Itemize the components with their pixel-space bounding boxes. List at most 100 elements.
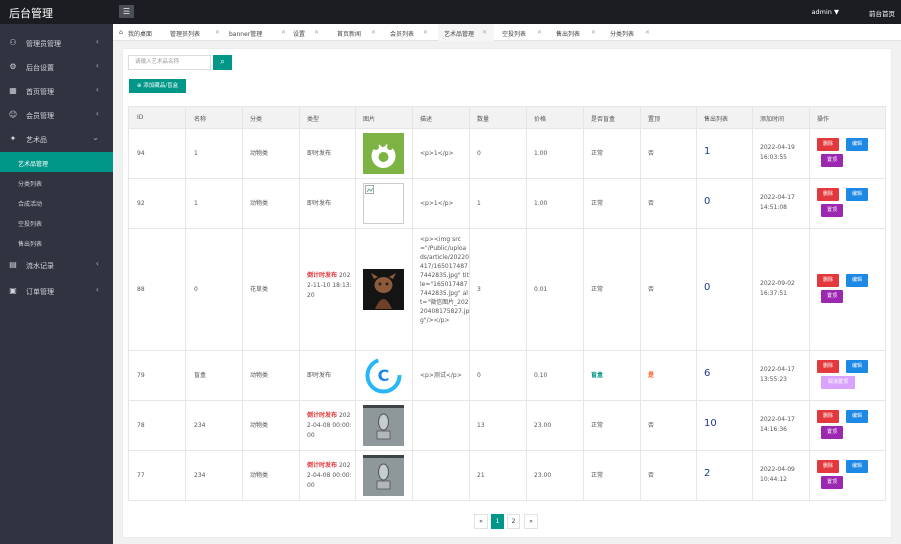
close-icon[interactable]: ✕ — [281, 29, 286, 36]
pin-top-button[interactable]: 置顶 — [821, 290, 843, 303]
frontend-home-link[interactable]: 前台首页 — [869, 8, 895, 18]
edit-button[interactable]: 编辑 — [846, 274, 868, 287]
cell-sold-link[interactable]: 0 — [704, 283, 710, 293]
add-artwork-button[interactable]: ⊕ 添加藏品/盲盒 — [129, 79, 186, 93]
cell-category: 动物类 — [250, 372, 269, 379]
sidebar-item-settings[interactable]: ⚙ 后台设置 ‹ — [0, 56, 113, 78]
close-icon[interactable]: ✕ — [537, 29, 542, 36]
close-icon[interactable]: ✕ — [215, 29, 220, 36]
cell-sold-link[interactable]: 1 — [704, 147, 710, 157]
artwork-thumbnail[interactable] — [363, 269, 404, 310]
tab-artwork-manage[interactable]: 艺术品管理 ✕ — [438, 24, 494, 41]
pin-top-button[interactable]: 置顶 — [821, 154, 843, 167]
col-header[interactable]: 置顶 — [648, 114, 660, 123]
artwork-thumbnail[interactable] — [363, 133, 404, 174]
sidebar-sub-synthesis[interactable]: 合成活动 — [0, 192, 113, 212]
cell-price: 23.00 — [534, 472, 552, 479]
delete-button[interactable]: 删除 — [817, 460, 839, 473]
artwork-thumbnail[interactable] — [363, 455, 404, 496]
edit-button[interactable]: 编辑 — [846, 188, 868, 201]
col-header[interactable]: 数量 — [477, 114, 489, 123]
cell-category: 动物类 — [250, 422, 269, 429]
tab-sold[interactable]: 售出列表 ✕ — [556, 24, 606, 41]
delete-button[interactable]: 删除 — [817, 360, 839, 373]
tab-label: 分类列表 — [610, 31, 635, 38]
close-icon[interactable]: ✕ — [591, 29, 596, 36]
artwork-thumbnail[interactable] — [363, 405, 404, 446]
tab-members[interactable]: 会员列表 ✕ — [390, 24, 440, 41]
artwork-thumbnail[interactable]: C — [363, 355, 404, 396]
tab-categories[interactable]: 分类列表 ✕ — [610, 24, 660, 41]
col-header[interactable]: 售出列表 — [704, 114, 728, 123]
col-header[interactable]: 添加时间 — [760, 114, 784, 123]
sidebar-item-members[interactable]: ☺ 会员管理 ‹ — [0, 104, 113, 126]
col-header[interactable]: 描述 — [420, 114, 432, 123]
sidebar-item-home[interactable]: ▦ 首页管理 ‹ — [0, 80, 113, 102]
pagination-page-2[interactable]: 2 — [507, 514, 520, 529]
sidebar-sub-artwork-manage[interactable]: 艺术品管理 — [0, 152, 113, 172]
sidebar-sub-sold[interactable]: 售出列表 — [0, 232, 113, 252]
unpin-top-button[interactable]: 取消置顶 — [821, 376, 855, 389]
col-header[interactable]: ID — [137, 114, 143, 121]
edit-button[interactable]: 编辑 — [846, 460, 868, 473]
tab-desktop[interactable]: ⌂ 我的桌面 — [119, 24, 169, 41]
sidebar-item-admin[interactable]: ⚇ 管理员管理 ‹ — [0, 32, 113, 54]
col-header[interactable]: 图片 — [363, 114, 375, 123]
sidebar-sub-categories[interactable]: 分类列表 — [0, 172, 113, 192]
close-icon[interactable]: ✕ — [423, 29, 428, 36]
tab-label: 我的桌面 — [128, 31, 153, 38]
pagination-page-1[interactable]: 1 — [491, 514, 504, 529]
col-header[interactable]: 分类 — [250, 114, 262, 123]
sidebar-item-flow[interactable]: ▤ 流水记录 ‹ — [0, 254, 113, 276]
app-logo[interactable]: 后台管理 — [9, 5, 53, 21]
col-header[interactable]: 价格 — [534, 114, 546, 123]
col-header[interactable]: 是否盲盒 — [591, 114, 615, 123]
search-input[interactable]: 请输入艺术品名称 — [128, 55, 211, 70]
delete-button[interactable]: 删除 — [817, 410, 839, 423]
edit-button[interactable]: 编辑 — [846, 360, 868, 373]
type-value: 即时发布 — [307, 150, 332, 157]
timer-label: 倒计时发布 — [307, 272, 338, 279]
tab-airdrop[interactable]: 空投列表 ✕ — [502, 24, 552, 41]
col-header[interactable]: 操作 — [817, 114, 829, 123]
col-header[interactable]: 名称 — [194, 114, 206, 123]
sidebar-item-artwork[interactable]: ✦ 艺术品 ⌄ — [0, 128, 113, 150]
edit-button[interactable]: 编辑 — [846, 410, 868, 423]
cell-sold-link[interactable]: 10 — [704, 419, 717, 429]
col-header[interactable]: 类型 — [307, 114, 319, 123]
tab-settings[interactable]: 设置 ✕ — [293, 24, 333, 41]
pin-top-button[interactable]: 置顶 — [821, 204, 843, 217]
delete-button[interactable]: 删除 — [817, 138, 839, 151]
user-menu[interactable]: admin ▼ — [812, 8, 839, 16]
cell-sold-link[interactable]: 6 — [704, 369, 710, 379]
close-icon[interactable]: ✕ — [482, 29, 487, 36]
pagination-prev[interactable]: « — [474, 514, 488, 529]
delete-button[interactable]: 删除 — [817, 188, 839, 201]
chevron-left-icon: ‹ — [95, 61, 99, 70]
sidebar-item-label: 订单管理 — [26, 288, 54, 296]
delete-button[interactable]: 删除 — [817, 274, 839, 287]
artwork-thumbnail[interactable] — [363, 183, 404, 224]
edit-button[interactable]: 编辑 — [846, 138, 868, 151]
cell-price: 0.10 — [534, 372, 548, 379]
sidebar-item-orders[interactable]: ▣ 订单管理 ‹ — [0, 280, 113, 302]
user-icon: ☺ — [8, 110, 18, 119]
sidebar-sub-airdrop[interactable]: 空投列表 — [0, 212, 113, 232]
cell-id: 79 — [137, 372, 145, 379]
order-icon: ▣ — [9, 286, 17, 295]
menu-toggle-icon[interactable]: ☰ — [119, 5, 134, 18]
close-icon[interactable]: ✕ — [371, 29, 376, 36]
search-button[interactable]: ⌕ — [213, 55, 232, 70]
gear-icon: ⚙ — [9, 62, 17, 71]
close-icon[interactable]: ✕ — [314, 29, 319, 36]
tab-banner[interactable]: banner管理 ✕ — [229, 24, 289, 41]
tab-news[interactable]: 首页新闻 ✕ — [337, 24, 387, 41]
cell-sold-link[interactable]: 2 — [704, 469, 710, 479]
tab-admin-list[interactable]: 管理员列表 ✕ — [170, 24, 228, 41]
pin-top-button[interactable]: 置顶 — [821, 476, 843, 489]
close-icon[interactable]: ✕ — [645, 29, 650, 36]
pin-top-button[interactable]: 置顶 — [821, 426, 843, 439]
timer-label: 倒计时发布 — [307, 462, 338, 469]
pagination-next[interactable]: » — [524, 514, 538, 529]
cell-sold-link[interactable]: 0 — [704, 197, 710, 207]
